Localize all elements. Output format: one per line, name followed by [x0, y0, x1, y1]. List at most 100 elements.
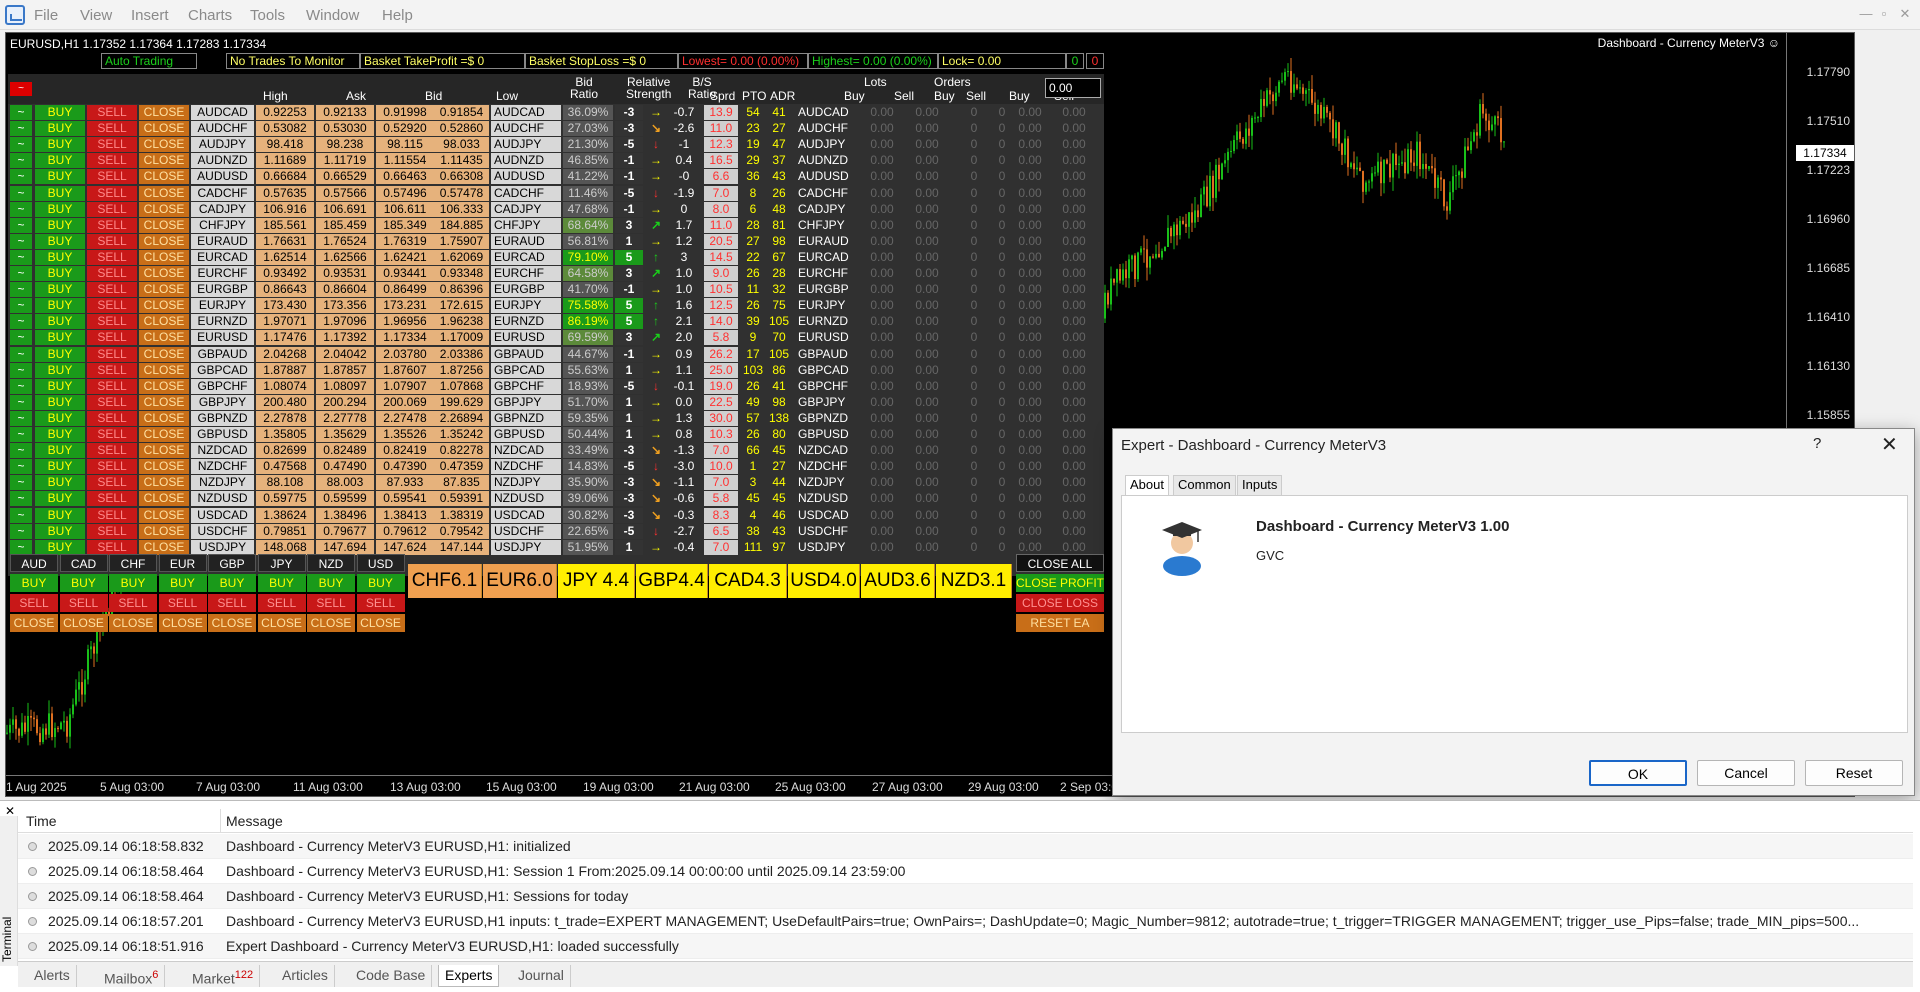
- minimize-icon[interactable]: —: [1856, 6, 1876, 21]
- pair-sell-button[interactable]: SELL: [87, 105, 137, 120]
- pair-toggle-button[interactable]: ~: [10, 233, 32, 249]
- pair-sell-button[interactable]: SELL: [87, 330, 137, 346]
- pair-buy-button[interactable]: BUY: [35, 266, 85, 281]
- pair-sell-button[interactable]: SELL: [87, 378, 137, 394]
- auto-trading-indicator[interactable]: Auto Trading: [101, 53, 197, 69]
- ok-button[interactable]: OK: [1589, 760, 1687, 786]
- menu-file[interactable]: File: [34, 7, 58, 24]
- currency-close-button-cad[interactable]: CLOSE: [59, 614, 108, 632]
- pair-toggle-button[interactable]: ~: [10, 314, 32, 330]
- pair-buy-button[interactable]: BUY: [35, 410, 85, 426]
- terminal-tab-mailbox[interactable]: Mailbox6: [98, 965, 166, 987]
- pair-close-button[interactable]: CLOSE: [139, 314, 189, 330]
- pair-toggle-button[interactable]: ~: [10, 249, 32, 265]
- pair-close-button[interactable]: CLOSE: [139, 266, 189, 281]
- pair-sell-button[interactable]: SELL: [87, 427, 137, 442]
- column-divider[interactable]: [220, 809, 221, 833]
- menu-charts[interactable]: Charts: [188, 7, 232, 24]
- currency-close-button-gbp[interactable]: CLOSE: [208, 614, 256, 632]
- pair-toggle-button[interactable]: ~: [10, 153, 32, 169]
- pair-close-button[interactable]: CLOSE: [139, 346, 189, 362]
- pair-close-button[interactable]: CLOSE: [139, 539, 189, 555]
- currency-sell-button-nzd[interactable]: SELL: [307, 594, 355, 612]
- pair-toggle-button[interactable]: ~: [10, 394, 32, 410]
- pair-buy-button[interactable]: BUY: [35, 475, 85, 491]
- pair-buy-button[interactable]: BUY: [35, 121, 85, 137]
- pair-buy-button[interactable]: BUY: [35, 443, 85, 459]
- pair-toggle-button[interactable]: ~: [10, 539, 32, 555]
- pair-sell-button[interactable]: SELL: [87, 137, 137, 153]
- pair-buy-button[interactable]: BUY: [35, 217, 85, 233]
- col-message[interactable]: Message: [226, 813, 283, 829]
- pair-buy-button[interactable]: BUY: [35, 201, 85, 217]
- terminal-tab-experts[interactable]: Experts: [438, 965, 500, 987]
- pair-sell-button[interactable]: SELL: [87, 362, 137, 378]
- currency-buy-button-aud[interactable]: BUY: [10, 574, 58, 592]
- pair-toggle-button[interactable]: ~: [10, 105, 32, 120]
- terminal-tab-journal[interactable]: Journal: [512, 965, 571, 987]
- dashboard-value-input[interactable]: 0.00: [1045, 78, 1101, 98]
- pair-buy-button[interactable]: BUY: [35, 137, 85, 153]
- pair-buy-button[interactable]: BUY: [35, 346, 85, 362]
- help-icon[interactable]: ?: [1813, 435, 1821, 452]
- reset-ea-button[interactable]: RESET EA: [1016, 614, 1104, 632]
- pair-close-button[interactable]: CLOSE: [139, 153, 189, 169]
- pair-buy-button[interactable]: BUY: [35, 427, 85, 442]
- currency-buy-button-gbp[interactable]: BUY: [208, 574, 256, 592]
- pair-sell-button[interactable]: SELL: [87, 121, 137, 137]
- pair-close-button[interactable]: CLOSE: [139, 233, 189, 249]
- pair-close-button[interactable]: CLOSE: [139, 249, 189, 265]
- pair-close-button[interactable]: CLOSE: [139, 362, 189, 378]
- pair-buy-button[interactable]: BUY: [35, 298, 85, 314]
- pair-toggle-button[interactable]: ~: [10, 185, 32, 201]
- close-loss-button[interactable]: CLOSE LOSS: [1016, 594, 1104, 612]
- currency-close-button-usd[interactable]: CLOSE: [356, 614, 405, 632]
- pair-close-button[interactable]: CLOSE: [139, 105, 189, 120]
- pair-sell-button[interactable]: SELL: [87, 185, 137, 201]
- currency-sell-button-usd[interactable]: SELL: [356, 594, 405, 612]
- pair-toggle-button[interactable]: ~: [10, 137, 32, 153]
- pair-close-button[interactable]: CLOSE: [139, 298, 189, 314]
- terminal-tab-alerts[interactable]: Alerts: [28, 965, 77, 987]
- terminal-side-tab[interactable]: Terminal: [0, 816, 18, 966]
- currency-sell-button-cad[interactable]: SELL: [59, 594, 108, 612]
- pair-close-button[interactable]: CLOSE: [139, 475, 189, 491]
- pair-sell-button[interactable]: SELL: [87, 459, 137, 475]
- pair-close-button[interactable]: CLOSE: [139, 410, 189, 426]
- col-time[interactable]: Time: [26, 813, 57, 829]
- currency-buy-button-chf[interactable]: BUY: [109, 574, 157, 592]
- menu-help[interactable]: Help: [382, 7, 413, 24]
- pair-close-button[interactable]: CLOSE: [139, 507, 189, 523]
- pair-close-button[interactable]: CLOSE: [139, 185, 189, 201]
- pair-close-button[interactable]: CLOSE: [139, 523, 189, 539]
- pair-close-button[interactable]: CLOSE: [139, 394, 189, 410]
- pair-buy-button[interactable]: BUY: [35, 330, 85, 346]
- pair-close-button[interactable]: CLOSE: [139, 378, 189, 394]
- pair-sell-button[interactable]: SELL: [87, 217, 137, 233]
- pair-toggle-button[interactable]: ~: [10, 266, 32, 281]
- pair-sell-button[interactable]: SELL: [87, 233, 137, 249]
- pair-toggle-button[interactable]: ~: [10, 507, 32, 523]
- currency-close-button-eur[interactable]: CLOSE: [158, 614, 207, 632]
- pair-close-button[interactable]: CLOSE: [139, 330, 189, 346]
- pair-toggle-button[interactable]: ~: [10, 282, 32, 298]
- close-all-button[interactable]: CLOSE ALL: [1016, 554, 1104, 572]
- pair-sell-button[interactable]: SELL: [87, 443, 137, 459]
- pair-buy-button[interactable]: BUY: [35, 282, 85, 298]
- currency-sell-button-eur[interactable]: SELL: [158, 594, 207, 612]
- pair-buy-button[interactable]: BUY: [35, 523, 85, 539]
- pair-buy-button[interactable]: BUY: [35, 169, 85, 185]
- currency-sell-button-chf[interactable]: SELL: [109, 594, 157, 612]
- pair-close-button[interactable]: CLOSE: [139, 169, 189, 185]
- pair-toggle-button[interactable]: ~: [10, 459, 32, 475]
- menu-insert[interactable]: Insert: [131, 7, 169, 24]
- pair-toggle-button[interactable]: ~: [10, 330, 32, 346]
- pair-close-button[interactable]: CLOSE: [139, 443, 189, 459]
- terminal-tab-market[interactable]: Market122: [186, 965, 261, 987]
- collapse-toggle-button[interactable]: ~: [10, 82, 32, 96]
- pair-toggle-button[interactable]: ~: [10, 121, 32, 137]
- pair-buy-button[interactable]: BUY: [35, 153, 85, 169]
- currency-close-button-chf[interactable]: CLOSE: [109, 614, 157, 632]
- pair-buy-button[interactable]: BUY: [35, 378, 85, 394]
- pair-buy-button[interactable]: BUY: [35, 185, 85, 201]
